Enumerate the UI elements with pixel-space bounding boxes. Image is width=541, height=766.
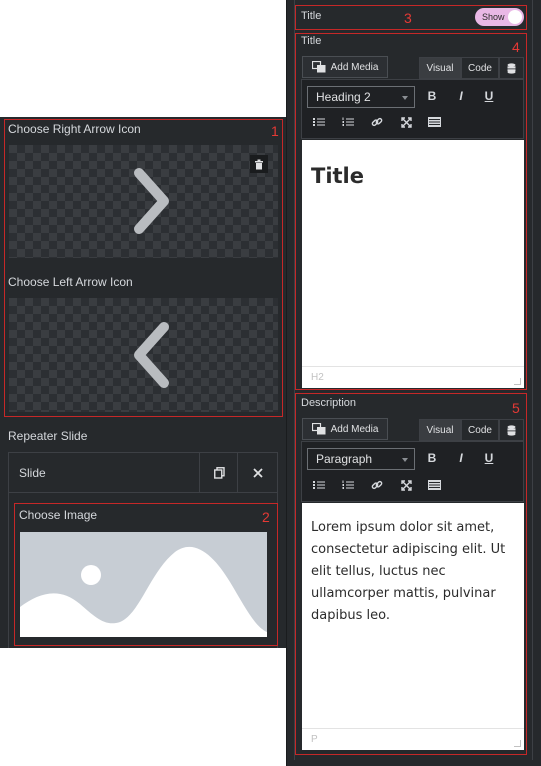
bullet-list-icon [313, 118, 325, 126]
marker-3: 3 [404, 10, 412, 26]
keyboard-icon [427, 480, 441, 490]
fullscreen-button-2[interactable] [397, 476, 415, 494]
repeater-slide-label: Repeater Slide [8, 429, 88, 443]
add-media-button-2[interactable]: Add Media [302, 418, 388, 440]
italic-button-2[interactable]: I [452, 449, 470, 467]
bold-button[interactable]: B [423, 87, 441, 105]
right-arrow-label: Choose Right Arrow Icon [8, 122, 141, 136]
title-editor-footer: H2 [302, 366, 524, 388]
title-editor-path: H2 [311, 372, 324, 383]
link-button[interactable] [368, 113, 386, 131]
heading-select[interactable]: Heading 2 [307, 86, 415, 108]
numbered-list-icon [342, 480, 354, 489]
link-button-2[interactable] [368, 476, 386, 494]
close-icon [253, 467, 263, 478]
database-button-2[interactable] [499, 419, 524, 441]
italic-button[interactable]: I [452, 87, 470, 105]
copy-icon [213, 466, 225, 479]
marker-4: 4 [512, 39, 520, 55]
bullet-list-button[interactable] [310, 113, 328, 131]
description-editor-area[interactable]: Lorem ipsum dolor sit amet, consectetur … [302, 503, 524, 750]
link-icon [371, 117, 383, 127]
slide-item[interactable]: Slide [8, 452, 278, 493]
resize-handle-icon[interactable] [514, 378, 521, 385]
chevron-down-icon [402, 96, 408, 100]
title-editor-content: Title [311, 164, 365, 188]
database-icon [507, 62, 516, 74]
description-label: Description [301, 397, 357, 409]
paragraph-select-value: Paragraph [316, 452, 373, 466]
tab-code-2[interactable]: Code [461, 419, 499, 441]
title-editor-area[interactable]: Title H2 [302, 140, 524, 388]
toggle-knob [508, 10, 522, 24]
toolbar-toggle-button[interactable] [425, 113, 443, 131]
tab-visual-2[interactable]: Visual [419, 419, 461, 441]
delete-icon[interactable] [250, 155, 268, 173]
left-arrow-icon-picker[interactable] [9, 298, 278, 412]
choose-image-label: Choose Image [19, 508, 98, 522]
duplicate-button[interactable] [199, 453, 238, 492]
remove-button[interactable] [237, 453, 278, 492]
chevron-left-icon [134, 322, 169, 388]
marker-5: 5 [512, 400, 520, 416]
numbered-list-button-2[interactable] [339, 476, 357, 494]
bold-button-2[interactable]: B [423, 449, 441, 467]
title-field-label: Title [301, 35, 322, 47]
paragraph-select[interactable]: Paragraph [307, 448, 415, 470]
left-arrow-label: Choose Left Arrow Icon [8, 275, 133, 289]
image-placeholder-icon [20, 546, 267, 637]
bullet-list-button-2[interactable] [310, 476, 328, 494]
add-media-label: Add Media [330, 61, 379, 73]
bullet-list-icon [313, 481, 325, 489]
description-editor-content: Lorem ipsum dolor sit amet, consectetur … [311, 520, 506, 623]
media-icon [311, 61, 326, 73]
keyboard-icon [427, 117, 441, 127]
tab-visual[interactable]: Visual [419, 57, 461, 79]
title-show-toggle[interactable]: Show [475, 8, 524, 26]
media-icon [311, 423, 326, 435]
database-button[interactable] [499, 57, 524, 79]
chevron-down-icon [402, 458, 408, 462]
description-editor-footer: P [302, 728, 524, 750]
fullscreen-button[interactable] [397, 113, 415, 131]
marker-1: 1 [271, 123, 279, 139]
right-arrow-icon-picker[interactable] [9, 145, 278, 258]
underline-button-2[interactable]: U [480, 449, 498, 467]
chevron-right-icon [134, 168, 169, 234]
underline-button[interactable]: U [480, 87, 498, 105]
tab-code[interactable]: Code [461, 57, 499, 79]
database-icon [507, 424, 516, 436]
description-editor-path: P [311, 734, 318, 745]
toolbar-toggle-button-2[interactable] [425, 476, 443, 494]
numbered-list-button[interactable] [339, 113, 357, 131]
add-media-button[interactable]: Add Media [302, 56, 388, 78]
fullscreen-icon [400, 479, 412, 491]
toggle-text: Show [482, 12, 505, 22]
image-placeholder[interactable] [20, 532, 267, 637]
fullscreen-icon [400, 116, 412, 128]
marker-2: 2 [262, 509, 270, 525]
resize-handle-icon[interactable] [514, 740, 521, 747]
numbered-list-icon [342, 117, 354, 126]
title-toggle-label: Title [301, 10, 322, 22]
heading-select-value: Heading 2 [316, 90, 371, 104]
slide-item-label: Slide [19, 466, 46, 480]
add-media-label-2: Add Media [330, 423, 379, 435]
link-icon [371, 480, 383, 490]
